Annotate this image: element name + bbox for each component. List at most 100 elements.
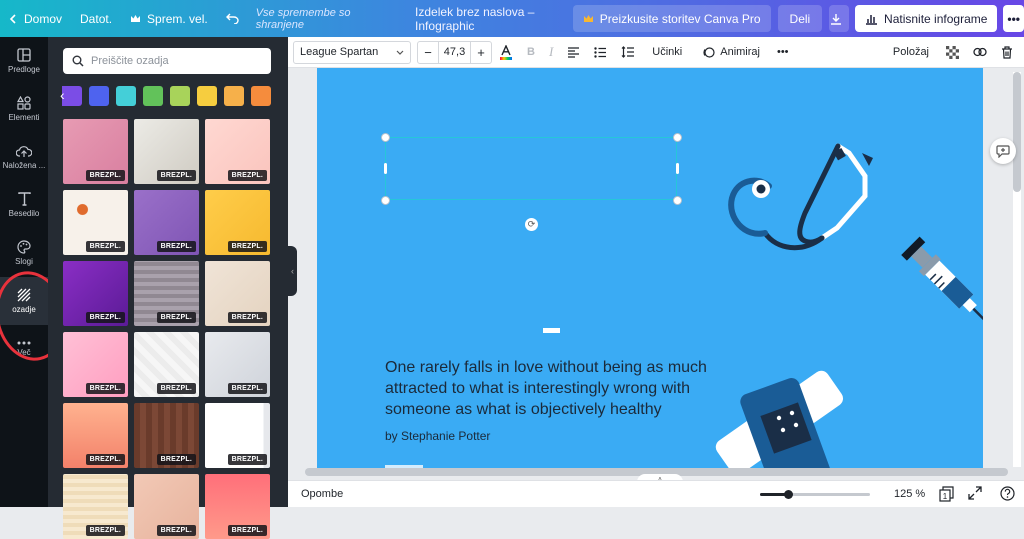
resize-button[interactable]: Sprem. vel. — [121, 0, 217, 37]
rail-item-label: Naložena ... — [2, 160, 46, 170]
effects-button[interactable]: Učinki — [642, 41, 692, 64]
crown-icon — [131, 15, 141, 22]
rail-item-more[interactable]: Več — [0, 325, 48, 373]
undo-button[interactable] — [217, 0, 254, 37]
rail-item-templates[interactable]: Predloge — [0, 37, 48, 85]
try-pro-button[interactable]: Preizkusite storitev Canva Pro — [572, 5, 771, 32]
free-badge: BREZPL. — [156, 525, 196, 536]
background-tile[interactable]: BREZPL. — [63, 332, 128, 397]
background-tile[interactable]: BREZPL. — [134, 332, 199, 397]
spacing-button[interactable] — [614, 41, 642, 64]
resize-handle-left[interactable] — [384, 163, 387, 174]
increase-size-button[interactable]: + — [471, 42, 491, 63]
syringe-icon — [901, 236, 983, 328]
background-tile[interactable]: BREZPL. — [134, 403, 199, 468]
search-input[interactable] — [91, 55, 261, 67]
zoom-slider-knob[interactable] — [783, 490, 793, 499]
collapse-panel-handle[interactable]: ‹ — [288, 246, 297, 296]
background-tile[interactable]: BREZPL. — [63, 261, 128, 326]
add-comment-button[interactable] — [990, 138, 1016, 164]
font-family-value: League Spartan — [300, 46, 379, 58]
rail-item-styles[interactable]: Slogi — [0, 229, 48, 277]
fullscreen-button[interactable] — [968, 486, 982, 503]
color-swatch[interactable] — [116, 86, 136, 106]
vertical-scrollbar[interactable] — [1013, 72, 1021, 192]
document-title[interactable]: Izdelek brez naslova – Infographic — [415, 5, 549, 33]
background-tile[interactable]: BREZPL. — [205, 261, 270, 326]
text-icon — [17, 192, 31, 206]
color-swatch[interactable] — [197, 86, 217, 106]
search-box[interactable] — [63, 48, 271, 74]
background-tile[interactable]: BREZPL. — [63, 403, 128, 468]
download-button[interactable] — [829, 5, 850, 32]
elements-icon — [17, 96, 31, 110]
home-button[interactable]: Domov — [0, 0, 71, 37]
transparency-button[interactable] — [939, 41, 966, 64]
rail-item-elements[interactable]: Elementi — [0, 85, 48, 133]
chevron-left-icon[interactable]: ‹ — [60, 87, 65, 103]
color-swatch[interactable] — [62, 86, 82, 106]
background-tile[interactable]: BREZPL. — [134, 190, 199, 255]
expand-icon — [968, 486, 982, 500]
transparency-icon — [946, 45, 959, 59]
font-size-value[interactable]: 47,3 — [438, 41, 471, 63]
design-page[interactable]: ⟳ One rarely falls in love without being… — [317, 68, 983, 468]
rotate-handle[interactable]: ⟳ — [525, 218, 538, 231]
help-button[interactable] — [1000, 486, 1015, 504]
rail-item-label: Besedilo — [8, 209, 40, 218]
free-badge: BREZPL. — [85, 241, 125, 252]
author-text[interactable]: by Stephanie Potter — [385, 429, 490, 443]
share-button[interactable]: Deli — [777, 5, 823, 32]
quote-text[interactable]: One rarely falls in love without being a… — [385, 357, 745, 420]
resize-handle-right[interactable] — [676, 163, 679, 174]
background-tile[interactable]: BREZPL. — [205, 190, 270, 255]
page-count-button[interactable]: 1 — [939, 486, 955, 505]
print-button[interactable]: Natisnite infograme — [855, 5, 998, 32]
background-icon — [17, 288, 31, 302]
color-swatch[interactable] — [170, 86, 190, 106]
search-icon — [72, 55, 84, 67]
color-swatch[interactable] — [89, 86, 109, 106]
background-tile[interactable]: BREZPL. — [205, 119, 270, 184]
text-color-button[interactable] — [492, 41, 520, 64]
zoom-value[interactable]: 125 % — [894, 488, 925, 500]
delete-button[interactable] — [994, 41, 1020, 64]
italic-button[interactable]: I — [542, 41, 560, 64]
align-button[interactable] — [560, 41, 587, 64]
free-badge: BREZPL. — [156, 170, 196, 181]
resize-handle-top-left[interactable] — [381, 133, 390, 142]
rail-item-uploads[interactable]: Naložena ... — [0, 133, 48, 181]
divider-mark — [543, 328, 560, 333]
bold-button[interactable]: B — [520, 41, 542, 64]
decrease-size-button[interactable]: − — [418, 42, 438, 63]
rail-item-background[interactable]: ozadje — [0, 277, 48, 325]
more-options-button[interactable]: ••• — [770, 41, 796, 64]
background-tile[interactable]: BREZPL. — [134, 119, 199, 184]
resize-handle-bottom-right[interactable] — [673, 196, 682, 205]
font-family-dropdown[interactable]: League Spartan — [293, 40, 411, 64]
background-tile[interactable]: BREZPL. — [205, 332, 270, 397]
color-swatch[interactable] — [251, 86, 271, 106]
notes-button[interactable]: Opombe — [301, 488, 343, 500]
list-icon — [594, 46, 607, 58]
file-menu[interactable]: Datot. — [71, 0, 121, 37]
bold-icon: B — [527, 46, 535, 58]
background-tile[interactable]: BREZPL. — [205, 403, 270, 468]
pages-icon: 1 — [939, 486, 954, 502]
animate-button[interactable]: Animiraj — [692, 41, 770, 64]
link-button[interactable] — [966, 41, 994, 64]
more-menu-button[interactable]: ••• — [1003, 5, 1024, 32]
background-tile[interactable]: BREZPL. — [63, 190, 128, 255]
position-button[interactable]: Položaj — [883, 41, 939, 64]
rail-item-text[interactable]: Besedilo — [0, 181, 48, 229]
list-button[interactable] — [587, 41, 614, 64]
resize-handle-top-right[interactable] — [673, 133, 682, 142]
selected-text-box[interactable] — [385, 137, 677, 200]
zoom-slider[interactable] — [760, 490, 870, 499]
resize-handle-bottom-left[interactable] — [381, 196, 390, 205]
background-tile[interactable]: BREZPL. — [63, 119, 128, 184]
rail-item-label: Elementi — [8, 113, 40, 122]
color-swatch[interactable] — [224, 86, 244, 106]
color-swatch[interactable] — [143, 86, 163, 106]
background-tile[interactable]: BREZPL. — [134, 261, 199, 326]
